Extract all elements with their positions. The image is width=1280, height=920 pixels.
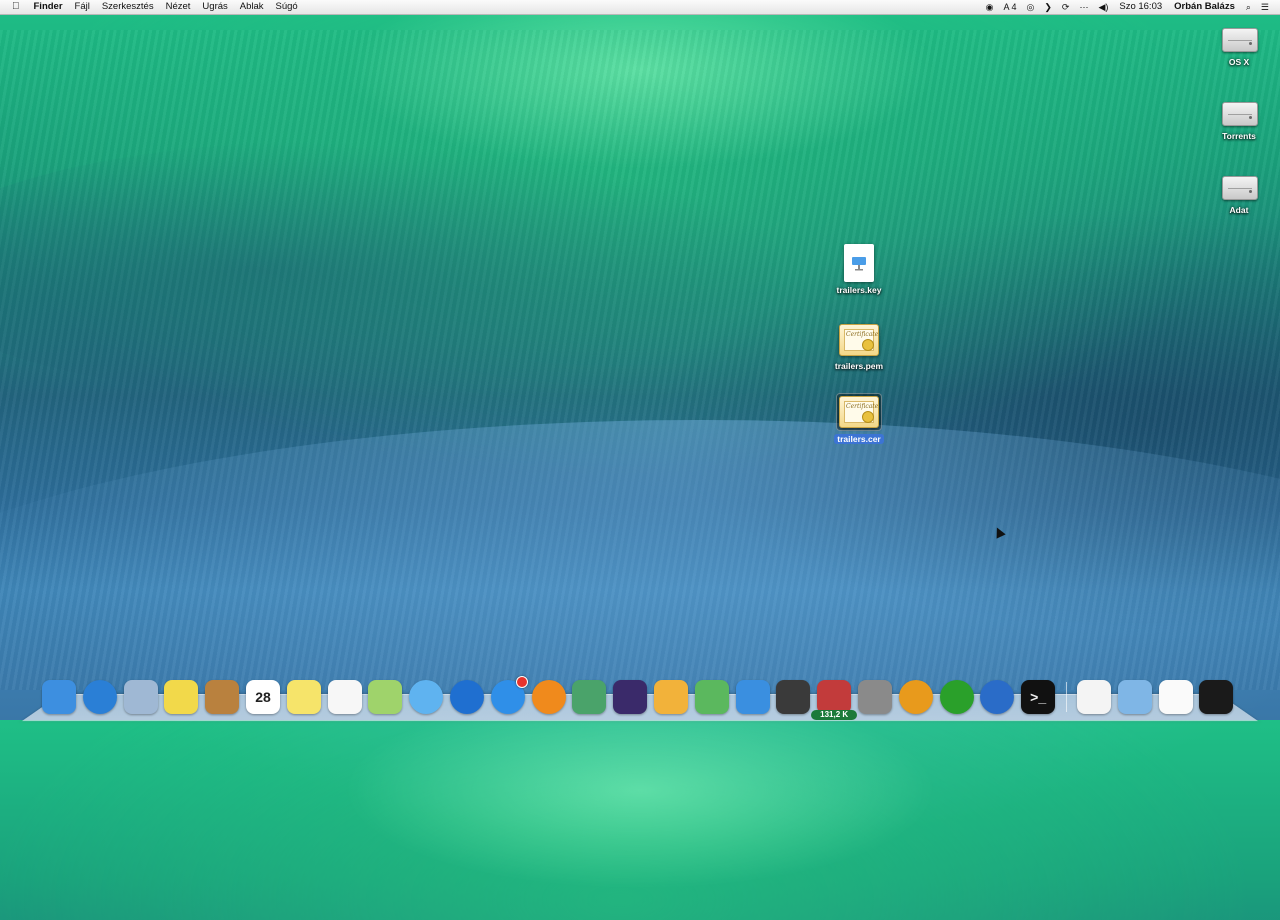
apple-menu-icon[interactable]:  [0, 0, 28, 14]
display-icon: A [1003, 2, 1009, 12]
hard-drive-icon [1222, 96, 1258, 128]
headphones-app-icon[interactable] [898, 680, 933, 714]
dock: 28 131,2 K >_ [42, 670, 1240, 720]
contacts-icon[interactable] [205, 680, 240, 714]
headphones-status-icon[interactable]: ◎ [1021, 0, 1039, 14]
safari-icon[interactable] [82, 680, 117, 714]
time-machine-icon[interactable]: ⟳ [1057, 0, 1075, 14]
menu-go[interactable]: Ugrás [196, 0, 233, 14]
file-label: trailers.pem [834, 361, 884, 371]
certificate-icon: Certificate [839, 324, 879, 356]
display-status-icon[interactable]: A 4 [998, 0, 1021, 14]
mail-icon[interactable] [123, 680, 158, 714]
dock-separator [1065, 682, 1067, 712]
stickies-icon[interactable] [164, 680, 199, 714]
spotlight-icon[interactable]: ⌕ [1241, 0, 1256, 14]
hard-drive-icon [1222, 170, 1258, 202]
menu-window[interactable]: Ablak [234, 0, 270, 14]
file-trailers-key[interactable]: trailers.key [821, 244, 897, 295]
clock[interactable]: Szo 16:03 [1113, 0, 1168, 14]
trash-icon[interactable] [1199, 680, 1234, 714]
menu-app-name[interactable]: Finder [28, 0, 69, 14]
volume-icon[interactable]: ◀) [1093, 0, 1113, 14]
file-label: trailers.key [836, 285, 882, 295]
drive-label: Adat [1229, 205, 1249, 215]
dock-item-text: >_ [1030, 689, 1047, 705]
download-count-label: 131,2 K [811, 710, 858, 720]
pages-icon[interactable] [653, 680, 688, 714]
blank-stack-icon[interactable] [1158, 680, 1193, 714]
more-status-icon[interactable]: ⋯ [1074, 0, 1093, 14]
reminders-icon[interactable] [327, 680, 362, 714]
maps-icon[interactable] [368, 680, 403, 714]
file-label-selected: trailers.cer [834, 434, 884, 444]
menu-bar:  Finder Fájl Szerkesztés Nézet Ugrás Ab… [0, 0, 1280, 15]
drive-os-x[interactable]: OS X [1201, 22, 1277, 67]
certificate-icon: Certificate [839, 396, 879, 428]
file-trailers-cer[interactable]: Certificate trailers.cer [821, 393, 897, 444]
drive-adat[interactable]: Adat [1201, 170, 1277, 215]
messages-icon[interactable] [409, 680, 444, 714]
drive-torrents[interactable]: Torrents [1201, 96, 1277, 141]
calendar-icon[interactable]: 28 [245, 680, 280, 714]
ibooks-icon[interactable] [531, 680, 566, 714]
mouse-cursor-icon [992, 525, 1006, 539]
adium-icon[interactable] [939, 680, 974, 714]
file-trailers-pem[interactable]: Certificate trailers.pem [821, 322, 897, 371]
final-cut-icon[interactable] [776, 680, 811, 714]
itunes-icon[interactable] [449, 680, 484, 714]
keynote-icon[interactable] [735, 680, 770, 714]
quicktime-icon[interactable] [980, 680, 1015, 714]
record-status-icon[interactable]: ◉ [981, 0, 999, 14]
display-count: 4 [1011, 2, 1017, 12]
imovie-icon[interactable] [613, 680, 648, 714]
folder-stack-icon[interactable] [1117, 680, 1152, 714]
finder-icon[interactable] [42, 680, 76, 714]
dock-item-text: 28 [255, 689, 271, 705]
document-stack-icon[interactable] [1076, 680, 1111, 714]
certificate-script: Certificate [846, 331, 879, 338]
menu-file[interactable]: Fájl [69, 0, 96, 14]
notes-icon[interactable] [286, 680, 321, 714]
downloader-icon[interactable]: 131,2 K [811, 680, 858, 720]
system-preferences-icon[interactable] [857, 680, 892, 714]
hard-drive-icon [1222, 22, 1258, 54]
chevron-status-icon[interactable]: ❯ [1039, 0, 1057, 14]
photo-booth-icon[interactable] [572, 680, 607, 714]
keynote-document-icon [844, 244, 874, 282]
user-name[interactable]: Orbán Balázs [1168, 0, 1241, 14]
certificate-script: Certificate [846, 403, 879, 410]
drive-label: Torrents [1222, 131, 1256, 141]
drive-label: OS X [1228, 57, 1250, 67]
menu-edit[interactable]: Szerkesztés [96, 0, 160, 14]
menu-help[interactable]: Súgó [270, 0, 304, 14]
notification-badge [515, 676, 528, 688]
notification-center-icon[interactable]: ☰ [1256, 0, 1274, 14]
numbers-icon[interactable] [694, 680, 729, 714]
menu-view[interactable]: Nézet [160, 0, 197, 14]
terminal-icon[interactable]: >_ [1021, 680, 1056, 714]
app-store-icon[interactable] [490, 676, 528, 714]
